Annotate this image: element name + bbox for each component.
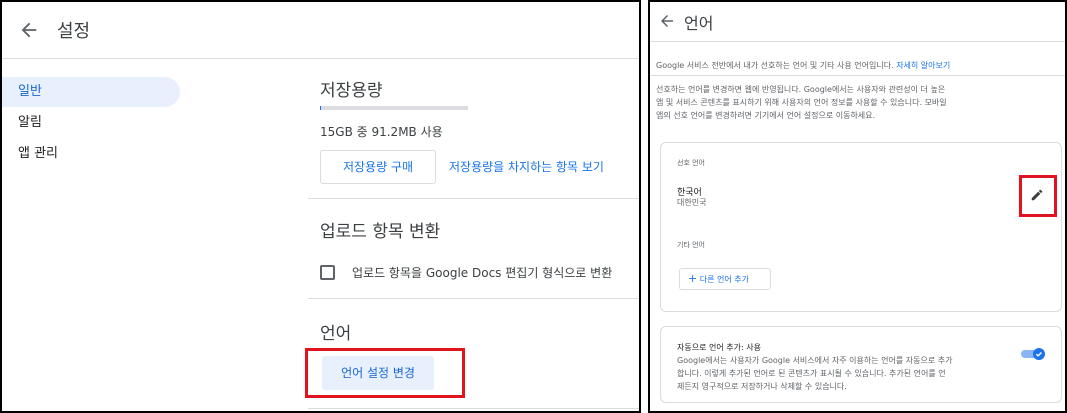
nav-item-notifications[interactable]: 알림 [2,108,180,138]
add-language-button[interactable]: + 다른 언어 추가 [679,268,771,290]
storage-usage-bar [320,106,468,110]
auto-add-description-3: 제든지 영구적으로 저장하거나 삭제할 수 있습니다. [677,382,847,391]
storage-usage-fill [320,106,321,110]
learn-more-link[interactable]: 자세히 알아보기 [896,61,950,70]
nav-item-app-management[interactable]: 앱 관리 [2,139,180,169]
language-description-2: 앱 및 서비스 콘텐츠를 표시하기 위해 사용자의 언어 정보를 사용할 수 있… [656,98,947,107]
plus-icon: + [688,272,698,285]
back-arrow-icon[interactable] [658,12,676,30]
language-description-3: 앱의 선호 언어를 변경하려면 기기에서 언어 설정으로 이동하세요. [656,111,876,120]
add-language-label: 다른 언어 추가 [699,275,750,284]
language-intro: Google 서비스 전반에서 내가 선호하는 언어 및 기타 사용 언어입니다… [656,59,950,72]
language-description-1: 선호하는 언어를 변경하면 웹에 반영됩니다. Google에서는 사용자와 관… [656,85,946,94]
language-section-title: 언어 [320,324,352,344]
intro-text: Google 서비스 전반에서 내가 선호하는 언어 및 기타 사용 언어입니다… [656,61,894,70]
language-card: 선호 언어 한국어 대한민국 기타 언어 + 다른 언어 추가 [660,142,1062,312]
highlight-box [305,348,465,398]
auto-add-card: 자동으로 언어 추가: 사용 Google에서는 사용자가 Google 서비스… [660,326,1062,403]
divider [650,75,1065,76]
auto-add-description-1: Google에서는 사용자가 Google 서비스에서 자주 이용하는 언어를 … [677,356,953,365]
storage-section-title: 저장용량 [320,81,383,101]
divider [308,298,639,299]
preferred-language-label: 선호 언어 [677,159,705,167]
auto-add-title: 자동으로 언어 추가: 사용 [677,343,761,352]
settings-header: 설정 [2,2,639,59]
preferred-language-region: 대한민국 [677,198,707,207]
page-title: 설정 [57,21,91,42]
back-arrow-icon[interactable] [18,19,40,41]
auto-add-toggle[interactable] [1020,347,1046,361]
auto-add-description-2: 합니다. 이렇게 추가된 언어로 된 콘텐츠가 표시될 수 있습니다. 추가된 … [677,369,946,378]
view-storage-link[interactable]: 저장용량을 차지하는 항목 보기 [449,158,604,175]
storage-usage-text: 15GB 중 91.2MB 사용 [320,125,443,139]
convert-checkbox[interactable] [320,265,335,280]
highlight-box [1019,175,1057,217]
nav-item-general[interactable]: 일반 [2,77,180,107]
divider [308,198,639,199]
convert-section-title: 업로드 항목 변환 [320,222,441,242]
other-languages-label: 기타 언어 [677,241,705,249]
buy-storage-button[interactable]: 저장용량 구매 [320,150,436,184]
divider [308,408,639,409]
language-panel: 언어 Google 서비스 전반에서 내가 선호하는 언어 및 기타 사용 언어… [648,0,1067,413]
language-header: 언어 [650,2,1065,42]
convert-checkbox-label: 업로드 항목을 Google Docs 편집기 형식으로 변환 [352,266,613,280]
settings-panel: 설정 일반 알림 앱 관리 저장용량 15GB 중 91.2MB 사용 저장용량… [0,0,641,413]
language-page-title: 언어 [684,14,714,33]
